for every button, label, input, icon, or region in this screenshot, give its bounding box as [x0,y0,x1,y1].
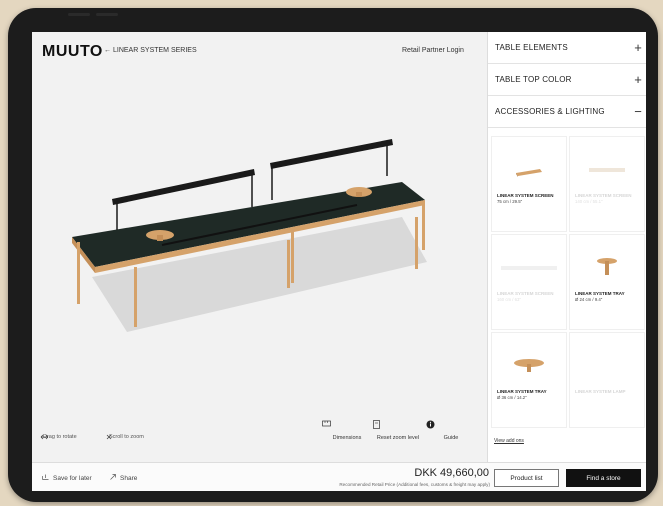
scroll-to-zoom-hint: Scroll to zoom [106,434,144,440]
dimensions-button[interactable]: Dimensions [322,420,372,441]
screen-panel [112,169,255,205]
table-leg [291,228,294,283]
screen-product-icon [492,151,566,189]
tray-product-icon [570,249,644,287]
table-leg [415,217,418,269]
save-for-later-label: Save for later [53,474,92,482]
brand-logo[interactable]: MUUTO [42,43,103,61]
drag-to-rotate-hint: Drag to rotate [40,434,77,440]
accessories-grid: LINEAR SYSTEM SCREEN 75 cm / 29.5" LINEA… [491,136,645,428]
back-to-series-link[interactable]: ← LINEAR SYSTEM SERIES [104,47,197,54]
share-icon [110,474,116,482]
minus-icon: − [634,104,642,119]
arrow-left-icon: ← [104,47,111,54]
total-price: DKK 49,660,00 [414,467,489,479]
app-screen: MUUTO ← LINEAR SYSTEM SERIES Retail Part… [32,32,646,491]
accessory-card[interactable]: LINEAR SYSTEM TRAY Ø 36 cm / 14.2" [491,332,567,428]
accessory-card[interactable]: LINEAR SYSTEM SCREEN 75 cm / 29.5" [491,136,567,232]
table-leg [77,242,80,304]
screen-product-icon [570,151,644,189]
tablet-volume-button [68,13,90,16]
reset-zoom-label: Reset zoom level [376,435,420,441]
accessory-size: Ø 24 cm / 9.4" [575,297,603,302]
table-leg [134,267,137,327]
info-icon [426,420,456,429]
table-leg [287,240,290,288]
section-title: ACCESSORIES & LIGHTING [495,107,605,116]
save-for-later-button[interactable]: Save for later [42,474,92,482]
product-list-button[interactable]: Product list [494,469,559,487]
tray-stem [356,192,362,197]
configuration-panel: TABLE ELEMENTS + TABLE TOP COLOR + ACCES… [487,32,646,462]
save-icon [42,474,49,482]
accessory-size: Ø 36 cm / 14.2" [497,395,527,400]
table-leg [422,202,425,250]
tablet-volume-button [96,13,118,16]
accessory-card[interactable]: LINEAR SYSTEM TRAY Ø 24 cm / 9.4" [569,234,645,330]
guide-label: Guide [443,435,459,441]
reset-zoom-button[interactable]: Reset zoom level [373,420,423,441]
section-table-elements[interactable]: TABLE ELEMENTS + [488,32,646,64]
tray-stem [157,235,163,241]
tablet-frame: MUUTO ← LINEAR SYSTEM SERIES Retail Part… [8,8,658,502]
plus-icon: + [634,72,642,87]
accessory-size: 160 cm / 63" [497,297,521,302]
find-a-store-button[interactable]: Find a store [566,469,641,487]
accessory-card[interactable]: LINEAR SYSTEM SCREEN 160 cm / 63" [491,234,567,330]
accessory-card[interactable]: LINEAR SYSTEM SCREEN 140 cm / 55.1" [569,136,645,232]
section-accessories-lighting[interactable]: ACCESSORIES & LIGHTING − [488,96,646,128]
screen-panel [270,139,393,169]
share-label: Share [120,474,138,482]
table-render[interactable] [32,32,487,462]
lamp-product-icon [570,347,644,385]
accessory-card[interactable]: LINEAR SYSTEM LAMP [569,332,645,428]
view-add-ons-link[interactable]: View add ons [494,438,524,444]
dimensions-label: Dimensions [332,435,362,441]
scroll-to-zoom-label: Scroll to zoom [109,434,144,440]
section-title: TABLE ELEMENTS [495,43,568,52]
price-note: Recommended Retail Price (Additional fee… [339,482,490,487]
retail-partner-login-link[interactable]: Retail Partner Login [402,47,464,54]
bottom-bar: Save for later Share DKK 49,660,00 Recom… [32,462,646,491]
back-link-label: LINEAR SYSTEM SERIES [113,47,197,54]
guide-button[interactable]: Guide [426,420,476,441]
reset-icon [373,420,403,429]
screen-product-icon [492,249,566,287]
plus-icon: + [634,40,642,55]
product-viewer[interactable]: MUUTO ← LINEAR SYSTEM SERIES Retail Part… [32,32,487,462]
accessory-size: 140 cm / 55.1" [575,199,603,204]
accessory-name: LINEAR SYSTEM LAMP [575,389,626,394]
accessory-size: 75 cm / 29.5" [497,199,523,204]
section-table-top-color[interactable]: TABLE TOP COLOR + [488,64,646,96]
share-button[interactable]: Share [110,474,137,482]
tray-product-icon [492,347,566,385]
section-title: TABLE TOP COLOR [495,75,572,84]
ruler-icon [322,420,352,429]
